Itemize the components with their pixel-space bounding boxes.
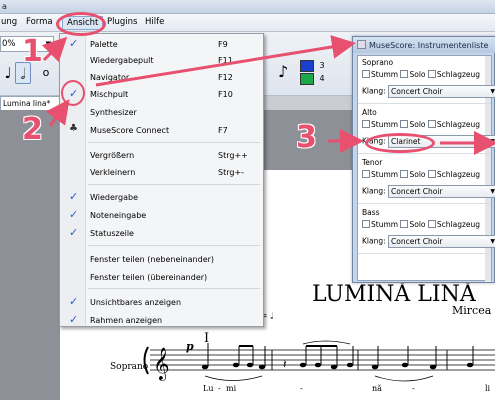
annotation-arrow-1: [41, 36, 68, 63]
annotation-arrow-window: [95, 35, 356, 87]
annotation-arrows: [41, 35, 495, 155]
annotation-arrow-2: [45, 99, 70, 127]
